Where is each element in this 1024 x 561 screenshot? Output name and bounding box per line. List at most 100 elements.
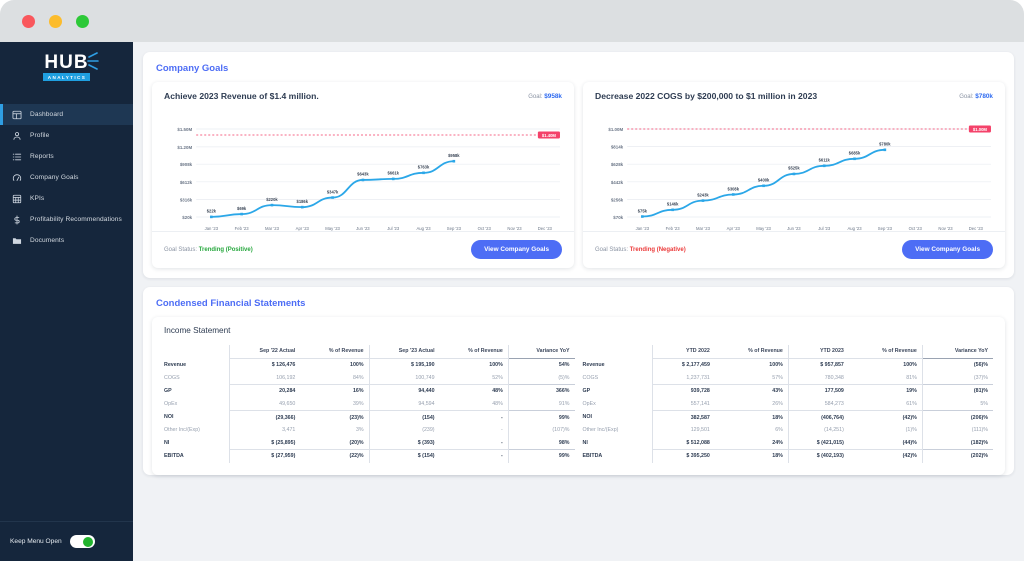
table-cell: 18% — [714, 449, 789, 463]
sidebar: HUB ANALYTICS Dashboard Profile Reports … — [0, 42, 133, 561]
svg-text:Nov '23: Nov '23 — [938, 226, 953, 231]
revenue-chart-svg: $1.50M $1.20M $908k $612k $316k $20k $1.40M Jan… — [177, 127, 560, 231]
table-cell: 100% — [300, 357, 370, 372]
row-label: GP — [582, 388, 591, 395]
table-cell: 129,501 — [652, 423, 715, 437]
svg-text:$643k: $643k — [357, 172, 369, 177]
svg-text:Aug '23: Aug '23 — [847, 226, 862, 231]
sidebar-item-kpis[interactable]: KPIs — [0, 188, 133, 209]
financial-statements-panel: Condensed Financial Statements Income St… — [143, 287, 1014, 475]
svg-text:Nov '23: Nov '23 — [507, 226, 522, 231]
view-company-goals-button[interactable]: View Company Goals — [471, 240, 562, 259]
maximize-icon[interactable] — [76, 15, 89, 28]
svg-text:$958k: $958k — [448, 153, 460, 158]
row-label: Revenue — [582, 362, 605, 369]
table-row: Revenue $ 2,177,459 100% $ 957,857 100% (56)% — [582, 357, 993, 372]
sidebar-item-profile[interactable]: Profile — [0, 125, 133, 146]
row-label: NOI — [582, 414, 592, 421]
goal-card-header: Achieve 2023 Revenue of $1.4 million. Go… — [152, 82, 574, 109]
table-cell: (202)% — [922, 449, 993, 463]
table-cell: 54% — [508, 357, 575, 372]
table-row: NI $ 512,088 24% $ (421,015) (44)% (182)% — [583, 436, 994, 450]
svg-text:Jul '23: Jul '23 — [387, 226, 400, 231]
table-cell: (206)% — [922, 410, 993, 424]
table-cell: (56)% — [922, 357, 993, 372]
svg-text:Jan '23: Jan '23 — [636, 226, 650, 231]
table-cell: 100,749 — [368, 371, 440, 385]
svg-text:Mar '23: Mar '23 — [696, 226, 711, 231]
column-header — [164, 345, 230, 359]
sidebar-item-dashboard[interactable]: Dashboard — [0, 104, 133, 125]
sidebar-item-profitability-recommendations[interactable]: Profitability Recommendations — [0, 209, 133, 230]
minimize-icon[interactable] — [49, 15, 62, 28]
table-cell: 19% — [848, 384, 923, 398]
goal-target-summary: Goal: $958k — [528, 93, 562, 100]
table-cell: 20,284 — [229, 384, 301, 398]
table-cell: $ 512,088 — [652, 436, 715, 450]
svg-text:Apr '23: Apr '23 — [727, 226, 741, 231]
sidebar-item-label: Dashboard — [30, 111, 64, 118]
svg-text:$146k: $146k — [667, 202, 679, 207]
sidebar-nav: Dashboard Profile Reports Company Goals … — [0, 104, 133, 251]
table-cell: 382,587 — [652, 410, 715, 424]
table-cell: (37)% — [973, 374, 988, 381]
row-label: NOI — [164, 414, 174, 421]
table-cell: 100% — [439, 357, 509, 372]
row-label: Revenue — [164, 362, 187, 369]
table-cell: $ 195,190 — [368, 357, 440, 372]
table-cell: - — [439, 423, 509, 437]
svg-text:$611k: $611k — [819, 158, 831, 163]
table-cell: 177,509 — [787, 384, 849, 398]
dollar-icon — [11, 214, 22, 225]
sidebar-item-company-goals[interactable]: Company Goals — [0, 167, 133, 188]
table-cell: 99% — [508, 449, 575, 463]
sidebar-item-label: Profitability Recommendations — [30, 216, 122, 223]
svg-text:Apr '23: Apr '23 — [296, 226, 310, 231]
keep-menu-open-toggle[interactable] — [69, 535, 95, 548]
svg-text:Jun '23: Jun '23 — [787, 226, 801, 231]
svg-text:$628k: $628k — [611, 162, 624, 167]
svg-text:$316k: $316k — [180, 197, 193, 202]
table-cell: $ (421,015) — [787, 436, 849, 450]
table-cell: 3% — [355, 427, 364, 434]
table-cell: 49,650 — [229, 397, 301, 411]
goal-cards-row: Achieve 2023 Revenue of $1.4 million. Go… — [143, 82, 1014, 278]
table-cell: 48% — [439, 397, 509, 411]
svg-text:Feb '23: Feb '23 — [666, 226, 681, 231]
svg-text:$1.00M: $1.00M — [973, 127, 988, 132]
goal-title: Achieve 2023 Revenue of $1.4 million. — [164, 91, 319, 101]
table-cell: (44)% — [848, 436, 923, 450]
goal-target-summary: Goal: $780k — [959, 93, 993, 100]
svg-text:$75k: $75k — [638, 208, 648, 213]
table-row: NOI 382,587 18% (406,764) (42)% (206)% — [582, 410, 993, 424]
table-cell: 61% — [848, 397, 923, 411]
close-icon[interactable] — [22, 15, 35, 28]
row-label: EBITDA — [582, 453, 603, 460]
app-logo[interactable]: HUB ANALYTICS — [0, 42, 133, 92]
sidebar-item-documents[interactable]: Documents — [0, 230, 133, 251]
goal-label: Goal: — [959, 93, 974, 100]
table-row: OpEx 49,650 39% 94,594 48% 91% — [164, 397, 575, 411]
goal-card-header: Decrease 2022 COGS by $200,000 to $1 mil… — [583, 82, 1005, 109]
window-controls — [22, 15, 89, 28]
table-cell: 24% — [772, 439, 783, 446]
table-cell: 52% — [439, 371, 509, 385]
goal-label: Goal: — [528, 93, 543, 100]
table-cell: 5% — [980, 401, 988, 408]
table-cell: $ (27,959) — [229, 449, 301, 463]
row-label: NI — [164, 440, 170, 447]
view-company-goals-button[interactable]: View Company Goals — [902, 240, 993, 259]
table-cell: - — [439, 449, 509, 463]
table-row: NOI (29,366) (23)% (154) -99% — [164, 410, 575, 424]
svg-text:Oct '23: Oct '23 — [478, 226, 492, 231]
sidebar-item-reports[interactable]: Reports — [0, 146, 133, 167]
column-header: Variance YoY — [508, 345, 575, 359]
table-cell: (154) — [368, 410, 440, 424]
table-cell: 6% — [775, 427, 783, 434]
row-label: EBITDA — [164, 453, 184, 460]
svg-text:May '23: May '23 — [756, 226, 771, 231]
profile-icon — [11, 130, 22, 141]
svg-text:$308k: $308k — [728, 186, 740, 191]
goal-status: Goal Status: Trending (Positive) — [164, 247, 253, 253]
table-cell: 366% — [508, 384, 575, 398]
